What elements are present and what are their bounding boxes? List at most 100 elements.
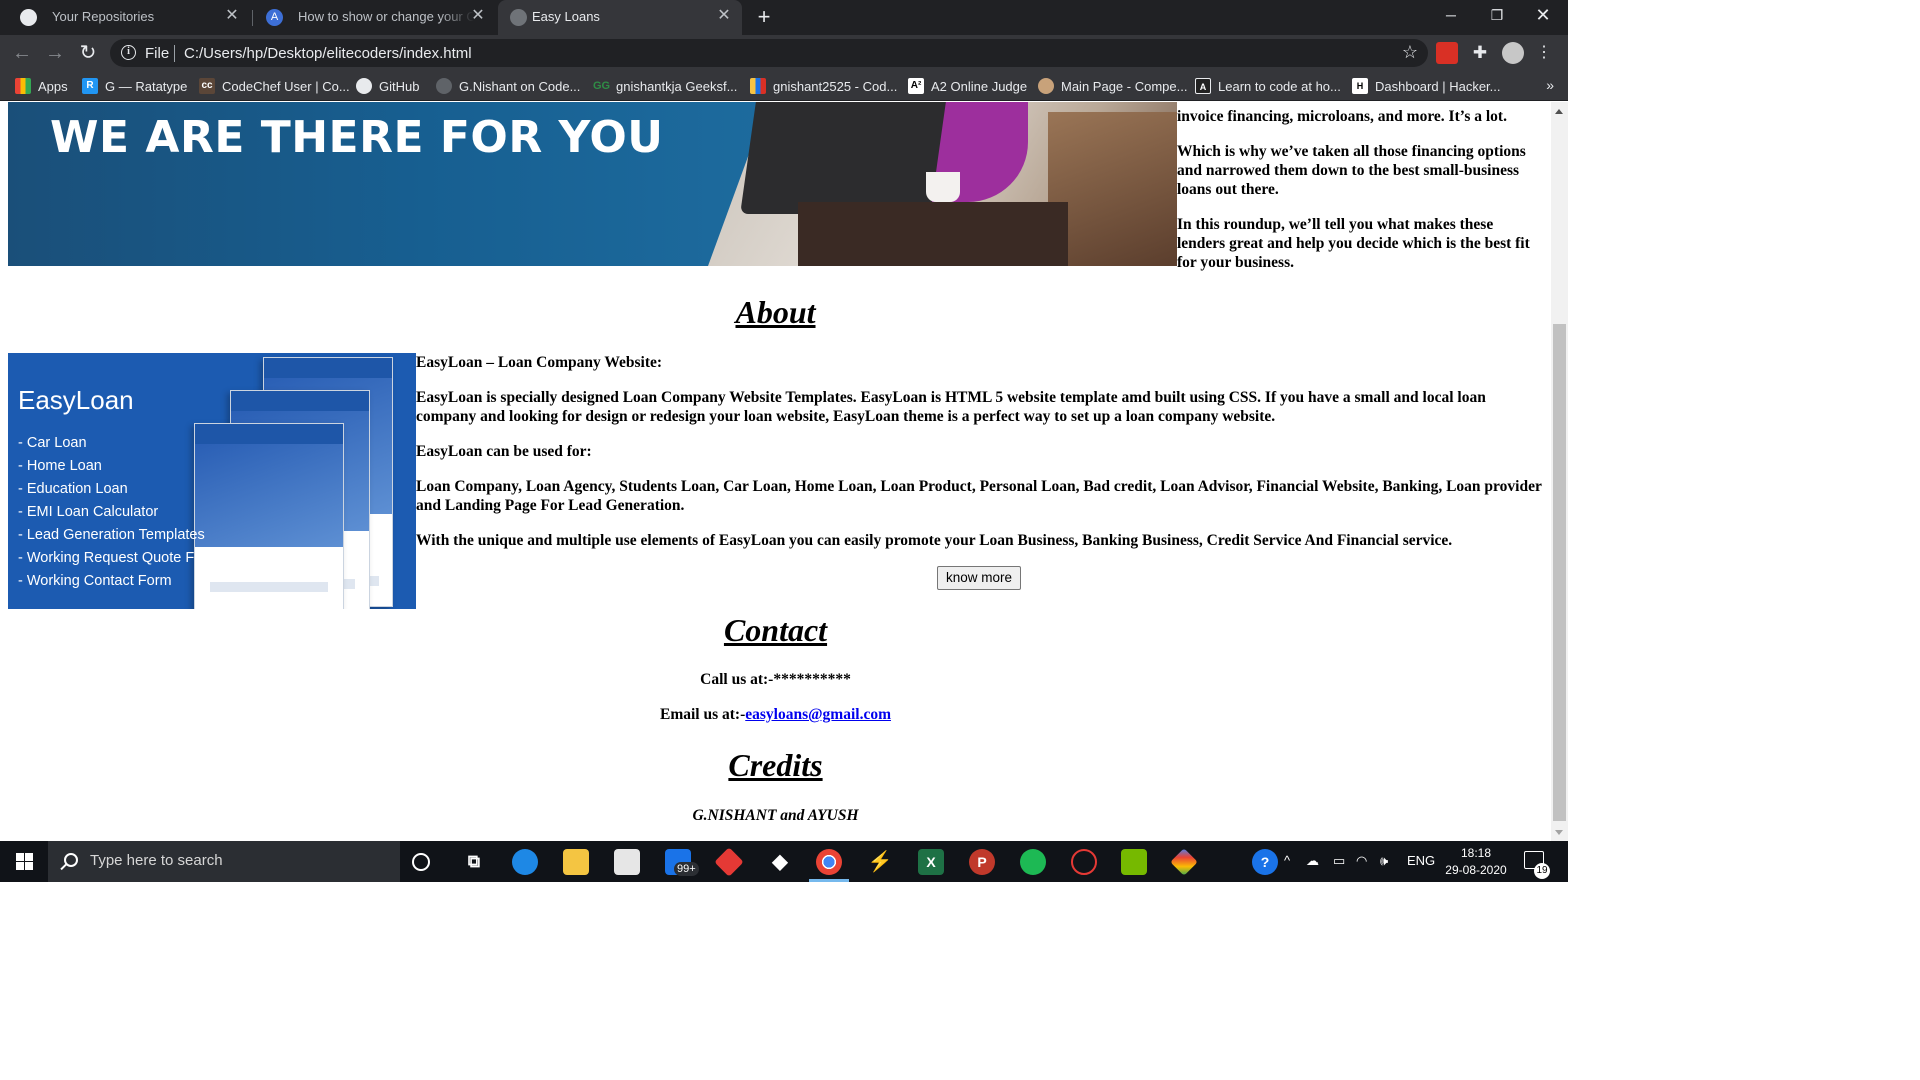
- promo-feature-list: - Car Loan - Home Loan - Education Loan …: [18, 432, 219, 593]
- hackerrank-icon: H: [1352, 78, 1368, 94]
- nvidia-icon[interactable]: [1121, 849, 1147, 875]
- geeksforgeeks-icon: GG: [593, 80, 611, 92]
- notification-count: 19: [1534, 863, 1550, 879]
- spotify-icon[interactable]: [1020, 849, 1046, 875]
- cortana-icon[interactable]: [412, 853, 430, 871]
- battery-icon[interactable]: ▭: [1333, 853, 1345, 869]
- bookmark-github[interactable]: GitHub: [356, 77, 419, 95]
- promo-feature: - Education Loan: [18, 481, 128, 497]
- promo-feature: - EMI Loan Calculator: [18, 504, 159, 520]
- bookmark-label: A2 Online Judge: [931, 78, 1028, 94]
- bookmark-learn-to-code[interactable]: A Learn to code at ho...: [1195, 77, 1341, 95]
- windows-logo-pane: [25, 862, 33, 870]
- show-hidden-icons-icon[interactable]: ^: [1284, 853, 1290, 868]
- bookmark-gnishant-code[interactable]: G.Nishant on Code...: [436, 77, 580, 95]
- bookmark-label: Main Page - Compe...: [1061, 78, 1188, 94]
- bookmarks-bar: Apps R G — Ratatype cc CodeChef User | Co.…: [0, 71, 1568, 101]
- taskbar-clock[interactable]: 18:18 29-08-2020: [1434, 845, 1518, 879]
- bookmark-main-page[interactable]: Main Page - Compe...: [1038, 77, 1187, 95]
- close-tab-icon[interactable]: ✕: [714, 6, 734, 26]
- bookmark-codechef[interactable]: cc CodeChef User | Co...: [199, 77, 350, 95]
- address-url[interactable]: C:/Users/hp/Desktop/elitecoders/index.ht…: [184, 45, 472, 62]
- contact-heading: Contact: [723, 612, 828, 648]
- page-scrollbar[interactable]: [1551, 102, 1568, 841]
- tab-easy-loans[interactable]: Easy Loans ✕: [498, 0, 742, 35]
- ratatype-icon: R: [82, 78, 98, 94]
- file-explorer-icon[interactable]: [563, 849, 589, 875]
- promo-feature: - Car Loan: [18, 435, 87, 451]
- intro-paragraph: invoice financing, microloans, and more.…: [1177, 108, 1507, 125]
- address-scheme: File: [145, 45, 170, 62]
- about-heading: About: [735, 294, 816, 330]
- bookmark-a2-online-judge[interactable]: A² A2 Online Judge: [908, 77, 1027, 95]
- minimize-button[interactable]: ─: [1428, 0, 1474, 32]
- taskbar-search-box[interactable]: Type here to search: [48, 841, 400, 882]
- chrome-active-indicator: [809, 879, 849, 882]
- store-icon[interactable]: [614, 849, 640, 875]
- reload-button[interactable]: ↻: [75, 40, 101, 66]
- hero-banner-image: WE ARE THERE FOR YOU: [8, 102, 1177, 266]
- close-tab-icon[interactable]: ✕: [222, 6, 242, 26]
- bookmark-apps[interactable]: Apps: [15, 77, 68, 95]
- menu-kebab-icon[interactable]: ⋮: [1536, 42, 1552, 64]
- promo-feature: - Working Request Quote Form: [18, 550, 220, 566]
- hero-text: WE ARE THERE FOR YOU: [50, 112, 664, 163]
- excel-icon[interactable]: X: [918, 849, 944, 875]
- bookmarks-overflow-button[interactable]: »: [1546, 77, 1554, 93]
- windows-start-button[interactable]: [0, 841, 48, 882]
- bookmark-geeksforgeeks[interactable]: GG gnishantkja Geeksf...: [593, 77, 737, 95]
- tab-git-help[interactable]: A How to show or change your Git ✕: [254, 0, 496, 35]
- anydesk-icon[interactable]: [714, 847, 744, 877]
- pdf-extension-icon[interactable]: [1436, 42, 1458, 64]
- extensions-puzzle-icon[interactable]: ✚: [1469, 42, 1491, 64]
- bookmark-codeforces[interactable]: gnishant2525 - Cod...: [750, 77, 897, 95]
- wifi-icon[interactable]: ◠: [1356, 853, 1367, 869]
- profile-avatar-icon[interactable]: [1502, 42, 1524, 64]
- atcoder-icon: A: [1195, 78, 1211, 94]
- tab-title: Your Repositories: [52, 9, 155, 24]
- powerpoint-icon[interactable]: P: [969, 849, 995, 875]
- info-icon[interactable]: i: [121, 45, 136, 60]
- volume-icon[interactable]: 🕪: [1380, 853, 1388, 869]
- scroll-down-arrow[interactable]: [1555, 830, 1563, 835]
- bookmark-hackerrank[interactable]: H Dashboard | Hacker...: [1352, 77, 1501, 95]
- scroll-thumb[interactable]: [1553, 324, 1566, 821]
- credits-names: G.NISHANT and AYUSH: [692, 807, 859, 824]
- edge-icon[interactable]: [512, 849, 538, 875]
- clock-time: 18:18: [1460, 846, 1492, 860]
- promo-feature: - Home Loan: [18, 458, 102, 474]
- address-bar[interactable]: i File C:/Users/hp/Desktop/elitecoders/i…: [110, 39, 1428, 67]
- scroll-up-arrow[interactable]: [1555, 109, 1563, 114]
- vscode-icon[interactable]: ⚡: [867, 849, 893, 875]
- colorful-app-icon[interactable]: [1170, 848, 1198, 876]
- about-text: EasyLoan – Loan Company Website: EasyLoa…: [416, 353, 1544, 566]
- tab-title: Easy Loans: [532, 9, 600, 24]
- windows-logo-pane: [25, 853, 33, 861]
- security-app-icon[interactable]: [1071, 849, 1097, 875]
- back-button[interactable]: ←: [9, 40, 35, 66]
- onedrive-icon[interactable]: ☁: [1306, 853, 1319, 869]
- new-tab-button[interactable]: +: [752, 5, 776, 29]
- dropbox-icon[interactable]: ◆: [767, 849, 793, 875]
- forward-button[interactable]: →: [42, 40, 68, 66]
- windows-logo-icon: [16, 853, 24, 861]
- close-window-button[interactable]: ✕: [1520, 0, 1566, 32]
- task-view-icon[interactable]: ⧉: [461, 849, 487, 875]
- contact-email-link[interactable]: easyloans@gmail.com: [745, 706, 891, 723]
- bookmark-label: G.Nishant on Code...: [459, 78, 581, 94]
- restore-button[interactable]: ❐: [1474, 0, 1520, 32]
- wiki-icon: [1038, 78, 1054, 94]
- codechef-icon: cc: [199, 78, 215, 94]
- close-tab-icon[interactable]: ✕: [468, 6, 488, 26]
- codeforces-icon: [436, 78, 452, 94]
- chrome-icon[interactable]: [816, 849, 842, 875]
- tab-your-repositories[interactable]: Your Repositories ✕: [8, 0, 250, 35]
- bookmark-ratatype[interactable]: R G — Ratatype: [82, 77, 187, 95]
- about-paragraph: With the unique and multiple use element…: [416, 532, 1453, 549]
- language-indicator[interactable]: ENG: [1407, 853, 1435, 868]
- know-more-button[interactable]: know more: [937, 566, 1021, 590]
- bookmark-label: Learn to code at ho...: [1218, 78, 1341, 94]
- help-icon[interactable]: ?: [1252, 849, 1278, 875]
- windows-taskbar: Type here to search ⧉ 99+ ◆ ⚡ X P ? ^ ☁ …: [0, 841, 1568, 882]
- bookmark-star-icon[interactable]: ☆: [1402, 42, 1418, 63]
